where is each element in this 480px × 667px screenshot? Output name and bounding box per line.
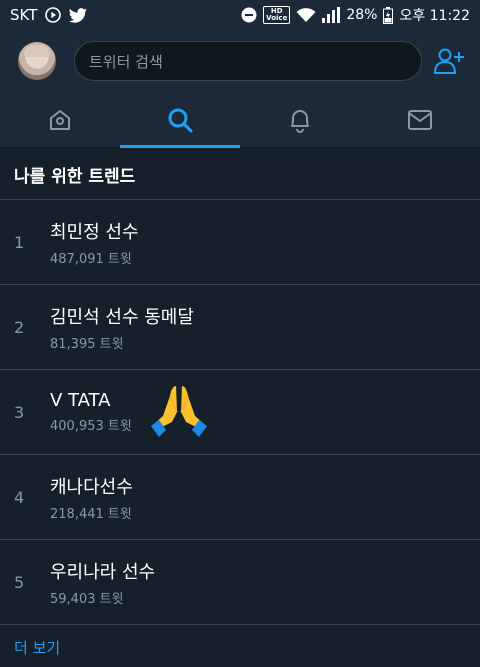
trend-name: 우리나라 선수 — [50, 561, 156, 583]
tab-messages[interactable] — [360, 92, 480, 147]
trend-rank: 2 — [14, 317, 25, 337]
signal-icon — [322, 7, 341, 23]
status-bar: SKT HD Voice 28% 오후 11:22 — [0, 0, 480, 30]
add-user-button[interactable] — [432, 44, 466, 78]
trend-count: 487,091 트윗 — [50, 251, 132, 267]
battery-charging-icon — [383, 6, 394, 24]
trend-name: 김민석 선수 동메달 — [50, 306, 194, 328]
trends-section: 나를 위한 트렌드 1 최민정 선수 487,091 트윗 2 김민석 선수 동… — [0, 150, 480, 625]
trend-count: 400,953 트윗 — [50, 419, 132, 434]
do-not-disturb-icon — [241, 7, 257, 23]
trend-rank: 5 — [14, 572, 25, 592]
praying-hands-icon — [151, 386, 207, 437]
tab-bar — [0, 92, 480, 148]
avatar[interactable] — [18, 42, 56, 80]
hd-voice-icon: HD Voice — [263, 6, 291, 24]
trend-item[interactable]: 2 김민석 선수 동메달 81,395 트윗 — [0, 285, 480, 370]
tab-home[interactable] — [0, 92, 120, 147]
trend-name: 캐나다선수 — [50, 476, 133, 498]
trends-title: 나를 위한 트렌드 — [0, 150, 480, 200]
carrier-label: SKT — [10, 6, 38, 24]
search-icon — [168, 108, 193, 132]
twitter-bird-icon — [69, 7, 88, 23]
mail-icon — [408, 109, 432, 130]
search-placeholder: 트위터 검색 — [89, 52, 163, 71]
play-icon — [45, 7, 62, 23]
trend-count: 218,441 트윗 — [50, 506, 132, 522]
trend-item[interactable]: 5 우리나라 선수 59,403 트윗 — [0, 540, 480, 625]
voice-label: Voice — [266, 14, 288, 22]
trend-count: 81,395 트윗 — [50, 336, 124, 352]
bell-icon — [291, 109, 309, 133]
search-input[interactable]: 트위터 검색 — [74, 41, 422, 81]
trend-count: 59,403 트윗 — [50, 591, 124, 607]
tab-notifications[interactable] — [240, 92, 360, 147]
trend-name: V TATA — [50, 390, 111, 411]
trend-item[interactable]: 4 캐나다선수 218,441 트윗 — [0, 455, 480, 540]
wifi-icon — [296, 7, 316, 23]
show-more-link[interactable]: 더 보기 — [0, 628, 480, 667]
trend-item[interactable]: 1 최민정 선수 487,091 트윗 — [0, 200, 480, 285]
trend-rank: 1 — [14, 232, 25, 252]
trend-rank: 4 — [14, 487, 25, 507]
app-header: 트위터 검색 — [0, 30, 480, 92]
home-icon — [50, 109, 70, 130]
trend-name: 최민정 선수 — [50, 221, 139, 243]
add-user-icon — [434, 48, 464, 74]
battery-percent: 28% — [346, 7, 378, 23]
tab-search[interactable] — [120, 92, 240, 148]
clock: 오후 11:22 — [399, 8, 470, 24]
trend-item[interactable]: 3 V TATA 400,953 트윗 — [0, 370, 480, 455]
trend-rank: 3 — [14, 402, 25, 422]
